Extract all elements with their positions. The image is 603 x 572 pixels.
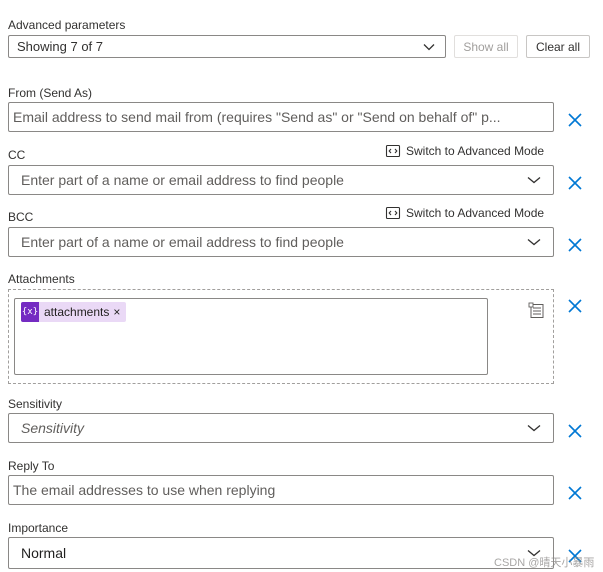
importance-dropdown[interactable]: Normal bbox=[8, 537, 554, 569]
switch-to-array-icon[interactable] bbox=[528, 302, 546, 320]
cc-placeholder: Enter part of a name or email address to… bbox=[21, 172, 344, 188]
attachments-label: Attachments bbox=[8, 272, 75, 286]
remove-cc-close-icon[interactable] bbox=[567, 175, 583, 191]
advanced-mode-icon bbox=[385, 206, 401, 220]
remove-sensitivity-close-icon[interactable] bbox=[567, 423, 583, 439]
sensitivity-dropdown[interactable]: Sensitivity bbox=[8, 413, 554, 443]
sensitivity-placeholder: Sensitivity bbox=[21, 420, 85, 436]
importance-value: Normal bbox=[21, 545, 67, 561]
csdn-watermark: CSDN @晴天小暴雨 bbox=[494, 557, 595, 569]
from-placeholder: Email address to send mail from (require… bbox=[13, 109, 501, 125]
token-remove-button[interactable]: × bbox=[109, 305, 120, 319]
bcc-switch-advanced-mode[interactable]: Switch to Advanced Mode bbox=[385, 205, 544, 221]
advanced-parameters-value: Showing 7 of 7 bbox=[17, 39, 104, 54]
bcc-placeholder: Enter part of a name or email address to… bbox=[21, 234, 344, 250]
remove-reply-to-close-icon[interactable] bbox=[567, 485, 583, 501]
advanced-parameters-dropdown[interactable]: Showing 7 of 7 bbox=[8, 35, 446, 58]
variable-icon: {x} bbox=[21, 302, 39, 322]
remove-attachments-close-icon[interactable] bbox=[567, 298, 583, 314]
from-input[interactable]: Email address to send mail from (require… bbox=[8, 102, 554, 132]
advanced-mode-icon bbox=[385, 144, 401, 158]
cc-label: CC bbox=[8, 148, 26, 162]
bcc-label: BCC bbox=[8, 210, 34, 224]
remove-from-close-icon[interactable] bbox=[567, 112, 583, 128]
sensitivity-label: Sensitivity bbox=[8, 397, 63, 411]
clear-all-button[interactable]: Clear all bbox=[526, 35, 590, 58]
attachments-token[interactable]: {x} attachments × bbox=[21, 302, 127, 322]
chevron-down-icon bbox=[527, 239, 541, 246]
cc-people-picker[interactable]: Enter part of a name or email address to… bbox=[8, 165, 554, 195]
importance-label: Importance bbox=[8, 521, 69, 535]
reply-to-label: Reply To bbox=[8, 459, 55, 473]
chevron-down-icon bbox=[527, 425, 541, 432]
bcc-switch-label: Switch to Advanced Mode bbox=[406, 206, 545, 220]
cc-switch-advanced-mode[interactable]: Switch to Advanced Mode bbox=[385, 143, 544, 159]
cc-switch-label: Switch to Advanced Mode bbox=[406, 144, 545, 158]
chevron-down-icon bbox=[423, 43, 435, 50]
chevron-down-icon bbox=[527, 177, 541, 184]
reply-to-placeholder: The email addresses to use when replying bbox=[13, 482, 276, 498]
remove-bcc-close-icon[interactable] bbox=[567, 237, 583, 253]
show-all-button[interactable]: Show all bbox=[454, 35, 518, 58]
bcc-people-picker[interactable]: Enter part of a name or email address to… bbox=[8, 227, 554, 257]
reply-to-input[interactable]: The email addresses to use when replying bbox=[8, 475, 554, 505]
advanced-parameters-label: Advanced parameters bbox=[8, 18, 126, 32]
attachments-token-label: attachments bbox=[44, 305, 110, 319]
from-label: From (Send As) bbox=[8, 86, 93, 100]
